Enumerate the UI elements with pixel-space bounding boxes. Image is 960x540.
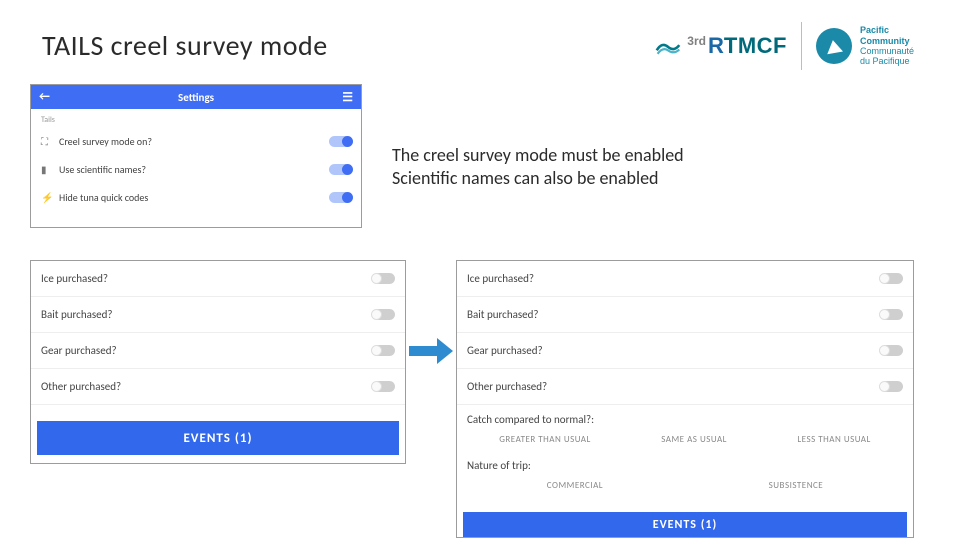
option-greater[interactable]: GREATER THAN USUAL [499,434,591,445]
toggle-scientific-names[interactable] [329,164,351,175]
spc-text: Pacific Community Communauté du Pacifiqu… [860,25,914,66]
survey-card-a: Ice purchased? Bait purchased? Gear purc… [30,260,406,464]
rtmcf-logo: 3rdRTMCF [655,33,787,59]
option-subsistence[interactable]: SUBSISTENCE [769,480,824,491]
nature-section: Nature of trip: COMMERCIAL SUBSISTENCE [457,459,913,505]
survey-label: Gear purchased? [41,344,373,357]
catch-section: Catch compared to normal?: GREATER THAN … [457,405,913,459]
option-same[interactable]: SAME AS USUAL [661,434,727,445]
events-button[interactable]: EVENTS (1) [37,421,399,455]
setting-row-scientific: ▮ Use scientific names? [31,155,361,183]
toggle-hide-codes[interactable] [329,192,351,203]
explanation-text: The creel survey mode must be enabled Sc… [392,144,684,189]
catch-label: Catch compared to normal?: [467,413,903,426]
setting-row-creel: ⛶ Creel survey mode on? [31,127,361,155]
option-commercial[interactable]: COMMERCIAL [547,480,603,491]
arrow-icon [409,338,453,364]
survey-row-bait: Bait purchased? [31,297,405,333]
logo-bar: 3rdRTMCF Pacific Community Communauté du… [655,22,914,70]
explain-line-1: The creel survey mode must be enabled [392,144,684,167]
survey-row-bait: Bait purchased? [457,297,913,333]
spc-line-1: Pacific [860,25,914,35]
slide: TAILS creel survey mode 3rdRTMCF Pacific… [0,0,960,540]
settings-section-label: Tails [31,109,361,127]
wave-icon [655,33,681,59]
spc-line-2: Community [860,36,914,46]
spc-badge-icon [816,28,852,64]
survey-row-gear: Gear purchased? [31,333,405,369]
spc-logo: Pacific Community Communauté du Pacifiqu… [816,25,914,66]
rtmcf-text: 3rdRTMCF [687,33,787,59]
slide-title: TAILS creel survey mode [42,28,328,63]
events-button[interactable]: EVENTS (1) [463,512,907,538]
survey-row-ice: Ice purchased? [457,261,913,297]
rtmcf-tmcf: TMCF [724,33,787,58]
nature-options: COMMERCIAL SUBSISTENCE [467,480,903,491]
logo-divider [801,22,802,70]
toggle-gear[interactable] [373,345,395,356]
survey-row-ice: Ice purchased? [31,261,405,297]
settings-header: ← Settings ☰ [31,85,361,109]
survey-row-gear: Gear purchased? [457,333,913,369]
nature-label: Nature of trip: [467,459,903,472]
toggle-bait[interactable] [373,309,395,320]
survey-label: Gear purchased? [467,344,881,357]
toggle-gear[interactable] [881,345,903,356]
setting-label: Creel survey mode on? [59,135,329,148]
survey-row-other: Other purchased? [457,369,913,405]
setting-label: Hide tuna quick codes [59,191,329,204]
toggle-other[interactable] [881,381,903,392]
back-icon[interactable]: ← [39,90,50,104]
setting-label: Use scientific names? [59,163,329,176]
expand-icon: ⛶ [41,135,59,148]
toggle-ice[interactable] [881,273,903,284]
rtmcf-prefix: 3rd [687,34,706,48]
spc-line-4: du Pacifique [860,56,914,66]
survey-label: Bait purchased? [467,308,881,321]
bolt-icon: ⚡ [41,191,59,204]
settings-card: ← Settings ☰ Tails ⛶ Creel survey mode o… [30,84,362,228]
survey-label: Ice purchased? [41,272,373,285]
survey-label: Ice purchased? [467,272,881,285]
survey-label: Other purchased? [467,380,881,393]
toggle-other[interactable] [373,381,395,392]
toggle-bait[interactable] [881,309,903,320]
toggle-ice[interactable] [373,273,395,284]
option-less[interactable]: LESS THAN USUAL [797,434,870,445]
spc-line-3: Communauté [860,46,914,56]
setting-row-hide-codes: ⚡ Hide tuna quick codes [31,183,361,211]
survey-card-b: Ice purchased? Bait purchased? Gear purc… [456,260,914,538]
menu-icon[interactable]: ☰ [342,90,353,105]
catch-options: GREATER THAN USUAL SAME AS USUAL LESS TH… [467,434,903,445]
survey-label: Bait purchased? [41,308,373,321]
rtmcf-r: R [708,33,724,58]
explain-line-2: Scientific names can also be enabled [392,167,684,190]
settings-title: Settings [50,91,342,104]
survey-row-other: Other purchased? [31,369,405,405]
survey-label: Other purchased? [41,380,373,393]
tag-icon: ▮ [41,163,59,176]
toggle-creel-mode[interactable] [329,136,351,147]
